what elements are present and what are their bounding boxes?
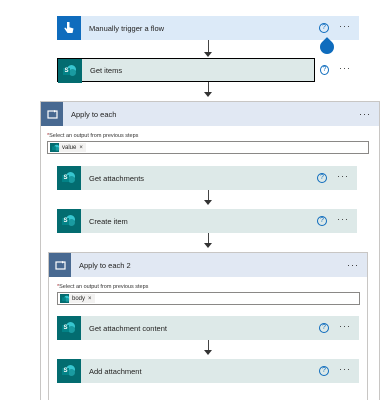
apply-to-each-title: Apply to each [71, 109, 117, 119]
field-label-text: Select an output from previous steps [59, 284, 149, 290]
apply-to-each-2-header[interactable]: Apply to each 2 ··· [49, 253, 367, 277]
flow-canvas: Manually trigger a flow ? ··· S Get item… [0, 0, 383, 400]
token-label: value [62, 144, 77, 151]
sharepoint-icon: S [58, 59, 82, 83]
trigger-title: Manually trigger a flow [89, 23, 165, 33]
get-attachment-content-card[interactable]: S Get attachment content ? ··· [57, 316, 359, 340]
help-icon[interactable]: ? [319, 23, 329, 33]
body-token[interactable]: body × [60, 294, 95, 303]
add-attachment-title: Add attachment [89, 366, 142, 376]
get-items-title: Get items [90, 65, 123, 75]
apply-to-each-2-title: Apply to each 2 [79, 260, 131, 270]
connector-arrow [204, 243, 212, 248]
loop-icon [41, 102, 63, 126]
more-options-icon[interactable]: ··· [339, 321, 351, 340]
more-options-icon[interactable]: ··· [339, 21, 351, 40]
more-options-icon[interactable]: ··· [337, 214, 349, 233]
get-attachments-card[interactable]: S Get attachments ? ··· [57, 166, 357, 190]
sharepoint-icon [60, 294, 70, 303]
value-token[interactable]: value × [50, 143, 86, 152]
get-items-card[interactable]: S Get items [57, 58, 315, 83]
get-attachments-title: Get attachments [89, 173, 145, 183]
connector-arrow [204, 350, 212, 355]
create-item-title: Create item [89, 216, 128, 226]
remove-token-icon[interactable]: × [79, 145, 83, 151]
connector-arrow [204, 52, 212, 57]
remove-token-icon[interactable]: × [88, 296, 92, 302]
select-output-input[interactable]: value × [47, 141, 369, 154]
token-label: body [72, 295, 86, 302]
select-output-input[interactable]: body × [57, 292, 360, 305]
sharepoint-icon [50, 143, 60, 152]
help-icon[interactable]: ? [317, 173, 327, 183]
field-label-text: Select an output from previous steps [49, 133, 139, 139]
sharepoint-icon: S [57, 209, 81, 233]
help-icon[interactable]: ? [319, 366, 329, 376]
sharepoint-icon: S [57, 316, 81, 340]
sharepoint-icon: S [57, 166, 81, 190]
more-options-icon[interactable]: ··· [337, 171, 349, 190]
connector-arrow [204, 92, 212, 97]
create-item-card[interactable]: S Create item ? ··· [57, 209, 357, 233]
help-icon[interactable]: ? [320, 65, 329, 75]
more-options-icon[interactable]: ··· [339, 63, 351, 82]
field-label: *Select an output from previous steps [57, 284, 148, 290]
help-icon[interactable]: ? [317, 216, 327, 226]
more-options-icon[interactable]: ··· [339, 364, 351, 383]
add-attachment-card[interactable]: S Add attachment ? ··· [57, 359, 359, 383]
apply-to-each-header[interactable]: Apply to each ··· [41, 102, 379, 126]
insert-step-drop-icon[interactable] [317, 37, 337, 57]
field-label: *Select an output from previous steps [47, 133, 138, 139]
get-items-actions: ? ··· [315, 58, 359, 82]
help-icon[interactable]: ? [319, 323, 329, 333]
more-options-icon[interactable]: ··· [347, 260, 359, 270]
loop-icon [49, 253, 71, 277]
trigger-card[interactable]: Manually trigger a flow ? ··· [57, 16, 359, 40]
sharepoint-icon: S [57, 359, 81, 383]
connector-arrow [204, 200, 212, 205]
manual-trigger-icon [57, 16, 81, 40]
get-attachment-content-title: Get attachment content [89, 323, 167, 333]
more-options-icon[interactable]: ··· [359, 109, 371, 119]
